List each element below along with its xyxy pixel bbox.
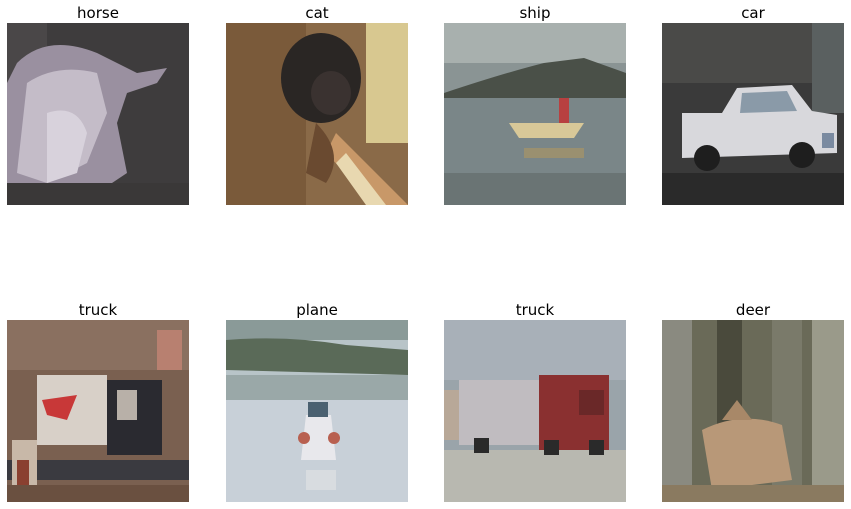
image-title: deer [735,301,771,319]
image-title: truck [515,301,555,319]
image-title: plane [296,301,338,319]
red-truck-image [444,320,626,502]
cat-image [226,23,408,205]
horse-image [7,23,189,205]
deer-image [662,320,844,502]
image-title: horse [77,4,119,22]
image-title: ship [519,4,551,22]
image-title: truck [78,301,118,319]
ship-image [444,23,626,205]
image-title: car [741,4,765,22]
image-title: cat [305,4,329,22]
car-image [662,23,844,205]
truck-image [7,320,189,502]
plane-image [226,320,408,502]
